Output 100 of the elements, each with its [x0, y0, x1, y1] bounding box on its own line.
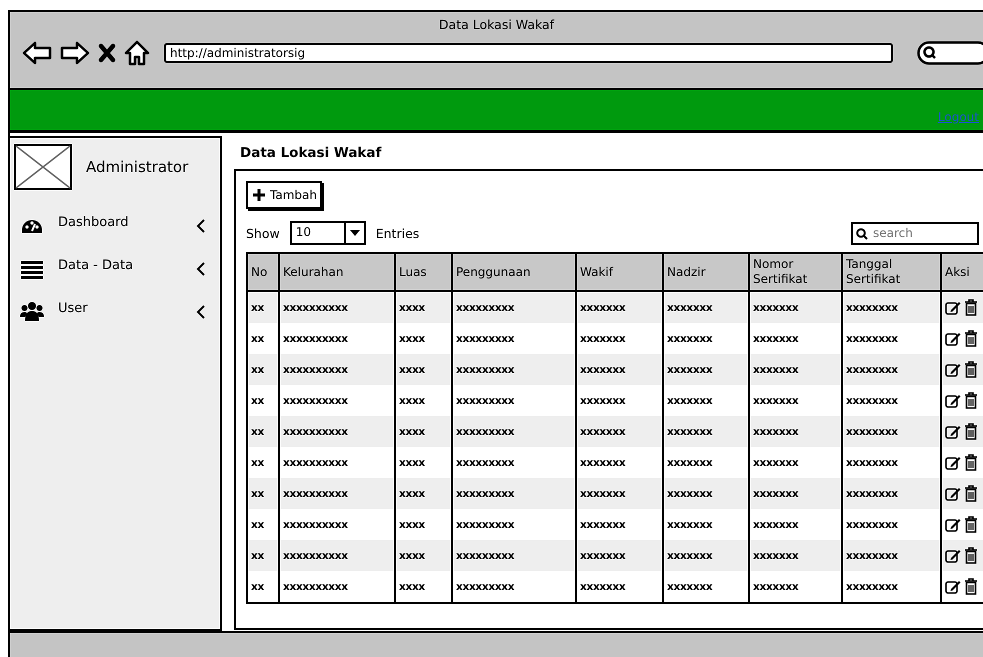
table-cell: xxxx	[395, 291, 452, 323]
trash-icon[interactable]	[964, 578, 978, 595]
table-cell: xxxxxxx	[663, 571, 749, 603]
table-cell: xxxxxxxxxx	[279, 291, 395, 323]
table-cell: xxxxxxxxx	[452, 416, 576, 447]
trash-icon[interactable]	[964, 454, 978, 471]
table-cell: xxxxxxxxx	[452, 478, 576, 509]
table-cell: xxxxxxxxx	[452, 447, 576, 478]
search-icon[interactable]	[917, 41, 983, 65]
edit-icon[interactable]	[945, 362, 961, 378]
column-header: Wakif	[576, 253, 663, 291]
table-cell: xxxx	[395, 540, 452, 571]
table-cell: xxxx	[395, 323, 452, 354]
sidebar-item[interactable]: User	[10, 290, 220, 333]
table-cell: xx	[247, 571, 279, 603]
table-cell: xxxxxxxxx	[452, 385, 576, 416]
edit-icon[interactable]	[945, 548, 961, 564]
address-field[interactable]: http://administratorsig	[164, 43, 893, 63]
table-cell: xxxx	[395, 447, 452, 478]
table-cell: xxxxxxx	[749, 447, 842, 478]
table-cell: xxxxxxx	[663, 416, 749, 447]
trash-icon[interactable]	[964, 485, 978, 502]
table-cell: xxxx	[395, 509, 452, 540]
edit-icon[interactable]	[945, 486, 961, 502]
edit-icon[interactable]	[945, 454, 961, 470]
trash-icon[interactable]	[964, 361, 978, 378]
table-cell: xxxxxxx	[749, 354, 842, 385]
show-label: Show	[246, 226, 280, 240]
edit-icon[interactable]	[945, 330, 961, 346]
page-size-dropdown[interactable]: 10	[290, 221, 366, 245]
table-cell: xxxxxxx	[663, 478, 749, 509]
search-field[interactable]: search	[851, 222, 979, 244]
table-cell: xxxxxxxxxx	[279, 385, 395, 416]
table-cell: xxxxxxx	[576, 571, 663, 603]
table-cell: xxxxxxx	[663, 323, 749, 354]
table-cell: xxxxxxx	[576, 323, 663, 354]
column-header: Aksi	[941, 253, 983, 291]
table-cell: xxxxxxxxx	[452, 291, 576, 323]
home-icon[interactable]	[124, 40, 150, 66]
trash-icon[interactable]	[964, 299, 978, 316]
table-cell: xxxxxxxxx	[452, 323, 576, 354]
table-cell: xx	[247, 478, 279, 509]
edit-icon[interactable]	[945, 424, 961, 440]
user-name: Administrator	[86, 158, 188, 176]
edit-icon[interactable]	[945, 392, 961, 408]
table-cell: xxxx	[395, 385, 452, 416]
add-button[interactable]: Tambah	[246, 181, 322, 209]
table-cell: xx	[247, 354, 279, 385]
table-cell: xxxxxxx	[749, 478, 842, 509]
table-cell: xxxx	[395, 571, 452, 603]
chevron-left-icon	[196, 304, 206, 318]
entries-label: Entries	[376, 226, 420, 240]
table-cell: xxxxxxxxxx	[279, 509, 395, 540]
edit-icon[interactable]	[945, 516, 961, 532]
edit-icon[interactable]	[945, 578, 961, 594]
table-cell: xxxxxxx	[576, 540, 663, 571]
edit-icon[interactable]	[945, 300, 961, 316]
table-cell: xxxxxxxxx	[452, 540, 576, 571]
forward-icon[interactable]	[60, 41, 90, 65]
table-cell: xxxxxxx	[749, 385, 842, 416]
table-cell: xxxxxxxxx	[452, 571, 576, 603]
table-cell: xxxxxxx	[663, 447, 749, 478]
table-cell: xxxxxxxxxx	[279, 447, 395, 478]
table-cell: xxxxxxx	[576, 478, 663, 509]
table-cell: xxxx	[395, 478, 452, 509]
trash-icon[interactable]	[964, 423, 978, 440]
table-cell: xx	[247, 323, 279, 354]
back-icon[interactable]	[22, 41, 52, 65]
table-cell: xxxxxxx	[663, 354, 749, 385]
table-cell: xxxxxxxx	[842, 416, 941, 447]
table-cell: xxxxxxx	[749, 540, 842, 571]
page-title: Data Lokasi Wakaf	[239, 144, 382, 163]
trash-icon[interactable]	[964, 547, 978, 564]
column-header: No	[247, 253, 279, 291]
table-cell: xxxxxxx	[576, 509, 663, 540]
trash-icon[interactable]	[964, 516, 978, 533]
table-cell: xxxxxxxxxx	[279, 540, 395, 571]
sidebar-item[interactable]: Data - Data	[10, 247, 220, 290]
trash-icon[interactable]	[964, 392, 978, 409]
column-header: Penggunaan	[452, 253, 576, 291]
image-placeholder-icon	[14, 144, 72, 190]
table-cell: xxxxxxxx	[842, 323, 941, 354]
table-cell: xxxxxxxx	[842, 385, 941, 416]
table-cell: xx	[247, 540, 279, 571]
table-cell: xxxxxxxx	[842, 571, 941, 603]
table-cell: xxxxxxxxx	[452, 354, 576, 385]
window-title: Data Lokasi Wakaf	[438, 16, 554, 34]
sidebar-item[interactable]: Dashboard	[10, 204, 220, 247]
table-cell: xxxxxxxx	[842, 509, 941, 540]
trash-icon[interactable]	[964, 330, 978, 347]
chevron-left-icon	[196, 218, 206, 232]
table-cell: xx	[247, 509, 279, 540]
table-cell: xx	[247, 416, 279, 447]
table-cell: xxxxxxx	[576, 385, 663, 416]
table-cell: xxxxxxx	[663, 540, 749, 571]
users-icon	[20, 300, 44, 324]
close-icon[interactable]	[98, 43, 116, 63]
table-cell: xxxxxxx	[576, 447, 663, 478]
table-cell: xxxxxxxxxx	[279, 354, 395, 385]
table-cell: xxxxxxxx	[842, 540, 941, 571]
